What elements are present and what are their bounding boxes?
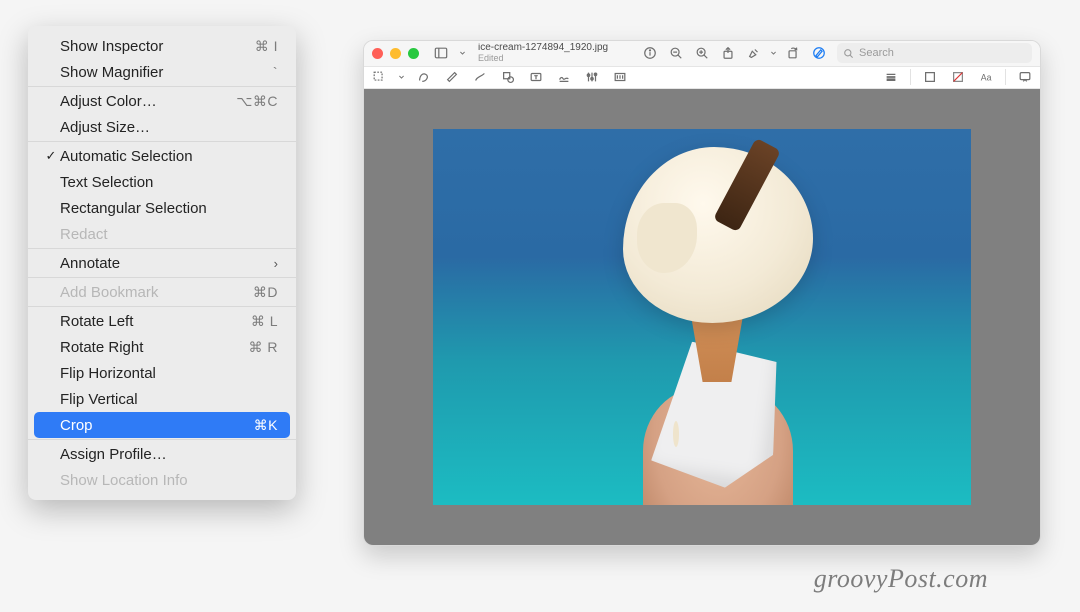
selection-tool-button[interactable] [370,68,388,86]
menu-item-label: Automatic Selection [60,148,278,165]
text-tool-button[interactable] [527,68,545,86]
instant-alpha-button[interactable] [415,68,433,86]
edited-status-label: Edited [478,54,608,63]
draw-button[interactable] [471,68,489,86]
highlight-menu[interactable] [770,43,777,63]
shortcut-label: ⌘K [254,417,278,434]
sign-button[interactable] [555,68,573,86]
markup-toolbar: Aa [364,67,1040,89]
svg-text:Aa: Aa [981,73,992,83]
search-field[interactable]: Search [837,43,1032,63]
menu-item-label: Redact [60,226,278,243]
window-zoom-button[interactable] [408,48,419,59]
menu-item-assign-profile[interactable]: Assign Profile… [34,441,290,467]
menu-item-crop[interactable]: Crop⌘K [34,412,290,438]
image-description-button[interactable] [1016,68,1034,86]
tools-menu: Show Inspector⌘ IShow Magnifier`Adjust C… [28,26,296,500]
canvas-area[interactable] [364,89,1040,545]
search-icon [843,48,854,59]
menu-item-label: Add Bookmark [60,284,253,301]
menu-item-show-magnifier[interactable]: Show Magnifier` [34,59,290,85]
shortcut-label: ⌥⌘C [236,93,278,110]
title-bar: ice-cream-1274894_1920.jpg Edited Search [364,41,1040,67]
window-close-button[interactable] [372,48,383,59]
watermark: groovyPost.com [814,564,988,594]
fill-color-button[interactable] [949,68,967,86]
menu-item-show-inspector[interactable]: Show Inspector⌘ I [34,33,290,59]
toolbar-separator [1005,69,1006,85]
menu-item-label: Rectangular Selection [60,200,278,217]
menu-item-label: Show Location Info [60,472,278,489]
shortcut-label: ⌘D [253,284,278,301]
menu-item-rotate-right[interactable]: Rotate Right⌘ R [34,334,290,360]
menu-item-label: Assign Profile… [60,446,278,463]
sidebar-toggle-button[interactable] [431,43,451,63]
menu-item-rotate-left[interactable]: Rotate Left⌘ L [34,308,290,334]
zoom-in-button[interactable] [692,43,712,63]
chevron-right-icon: › [274,256,278,271]
menu-item-add-bookmark: Add Bookmark⌘D [34,279,290,305]
menu-item-adjust-size[interactable]: Adjust Size… [34,114,290,140]
markup-button[interactable] [809,43,829,63]
menu-item-annotate[interactable]: Annotate› [34,250,290,276]
toolbar-right [640,43,829,63]
document-title[interactable]: ice-cream-1274894_1920.jpg Edited [474,43,608,63]
adjust-size-button[interactable] [611,68,629,86]
line-style-button[interactable] [882,68,900,86]
zoom-out-button[interactable] [666,43,686,63]
shortcut-label: ⌘ R [249,339,279,356]
checkmark-icon: ✓ [42,148,60,164]
rotate-button[interactable] [783,43,803,63]
shortcut-label: ⌘ L [251,313,278,330]
menu-item-label: Rotate Right [60,339,249,356]
adjust-color-button[interactable] [583,68,601,86]
image-content[interactable] [433,129,971,505]
traffic-lights [372,48,423,59]
search-placeholder: Search [859,47,894,59]
menu-item-rectangular-selection[interactable]: Rectangular Selection [34,195,290,221]
menu-item-flip-vertical[interactable]: Flip Vertical [34,386,290,412]
shortcut-label: ` [273,64,278,80]
toolbar-separator [910,69,911,85]
menu-item-label: Show Inspector [60,38,255,55]
menu-item-label: Text Selection [60,174,278,191]
menu-item-label: Flip Horizontal [60,365,278,382]
menu-item-adjust-color[interactable]: Adjust Color…⌥⌘C [34,88,290,114]
info-button[interactable] [640,43,660,63]
menu-item-label: Adjust Size… [60,119,278,136]
menu-item-show-location-info: Show Location Info [34,467,290,493]
menu-item-label: Show Magnifier [60,64,273,81]
menu-item-automatic-selection[interactable]: ✓Automatic Selection [34,143,290,169]
share-button[interactable] [718,43,738,63]
text-style-button[interactable]: Aa [977,68,995,86]
sketch-button[interactable] [443,68,461,86]
shapes-button[interactable] [499,68,517,86]
menu-item-flip-horizontal[interactable]: Flip Horizontal [34,360,290,386]
menu-item-label: Annotate [60,255,274,272]
menu-item-redact: Redact [34,221,290,247]
menu-item-label: Rotate Left [60,313,251,330]
shortcut-label: ⌘ I [255,38,278,55]
border-color-button[interactable] [921,68,939,86]
highlight-button[interactable] [744,43,764,63]
menu-item-label: Adjust Color… [60,93,236,110]
selection-tool-menu[interactable] [398,68,405,86]
window-minimize-button[interactable] [390,48,401,59]
view-mode-menu[interactable] [459,43,466,63]
menu-item-text-selection[interactable]: Text Selection [34,169,290,195]
menu-item-label: Crop [60,417,254,434]
preview-window: ice-cream-1274894_1920.jpg Edited Search [363,40,1041,546]
menu-item-label: Flip Vertical [60,391,278,408]
